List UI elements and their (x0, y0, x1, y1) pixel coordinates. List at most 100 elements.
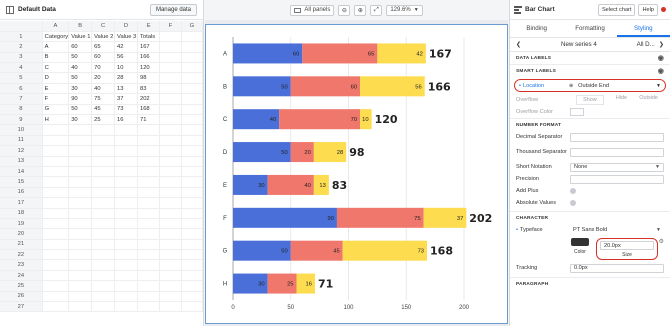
data-cell[interactable] (114, 280, 138, 292)
data-cell[interactable] (137, 270, 161, 282)
data-cell[interactable] (159, 187, 182, 199)
data-cell[interactable]: 120 (137, 62, 161, 74)
data-cell[interactable] (159, 114, 182, 126)
data-cell[interactable] (181, 187, 204, 199)
data-cell[interactable] (42, 187, 70, 199)
data-cell[interactable]: 50 (68, 104, 93, 116)
data-cell[interactable] (68, 218, 93, 230)
data-cell[interactable] (42, 208, 70, 219)
data-cell[interactable] (68, 208, 93, 219)
column-header[interactable]: F (159, 21, 182, 32)
data-cell[interactable] (68, 145, 93, 157)
data-cell[interactable] (181, 135, 204, 147)
data-cell[interactable] (159, 228, 182, 240)
data-cell[interactable] (91, 280, 116, 292)
data-cell[interactable] (181, 156, 204, 167)
data-cell[interactable] (91, 218, 116, 230)
data-cell[interactable]: 75 (91, 93, 116, 105)
data-cell[interactable] (114, 208, 138, 219)
data-cell[interactable] (159, 52, 182, 64)
data-cell[interactable] (42, 301, 70, 313)
data-cell[interactable] (114, 145, 138, 157)
manage-data-button[interactable]: Manage data (149, 3, 197, 16)
data-cell[interactable] (181, 145, 204, 157)
data-cell[interactable] (181, 166, 204, 178)
data-cell[interactable] (68, 166, 93, 178)
data-cell[interactable] (42, 218, 70, 230)
data-cell[interactable] (159, 31, 182, 43)
data-cell[interactable] (91, 187, 116, 199)
data-cell[interactable]: G (42, 104, 70, 116)
data-cell[interactable] (68, 291, 93, 303)
data-cell[interactable] (114, 197, 138, 209)
data-cell[interactable] (137, 187, 161, 199)
column-header[interactable]: E (137, 21, 161, 32)
data-cell[interactable] (181, 228, 204, 240)
data-cell[interactable] (181, 114, 204, 126)
data-cell[interactable] (91, 197, 116, 209)
data-cell[interactable] (68, 228, 93, 240)
data-cell[interactable] (181, 208, 204, 219)
absolute-values-toggle[interactable] (570, 200, 576, 206)
data-cell[interactable] (181, 52, 204, 64)
data-cell[interactable] (91, 166, 116, 178)
data-cell[interactable]: 28 (114, 72, 138, 84)
data-cell[interactable] (159, 239, 182, 251)
data-cell[interactable]: 70 (91, 62, 116, 74)
data-cell[interactable]: B (42, 52, 70, 64)
data-cell[interactable] (181, 259, 204, 271)
data-cell[interactable]: Category (42, 31, 70, 43)
data-cell[interactable] (137, 239, 161, 251)
data-cell[interactable] (159, 166, 182, 178)
data-cell[interactable] (181, 31, 204, 43)
data-cell[interactable] (159, 301, 182, 313)
column-header[interactable]: G (181, 21, 204, 32)
data-cell[interactable] (114, 291, 138, 303)
data-cell[interactable]: C (42, 62, 70, 74)
data-cell[interactable] (91, 259, 116, 271)
data-cell[interactable] (137, 218, 161, 230)
data-cell[interactable] (181, 83, 204, 95)
data-cell[interactable]: 60 (68, 41, 93, 53)
data-cell[interactable] (68, 249, 93, 261)
data-cell[interactable] (68, 270, 93, 282)
data-cell[interactable] (68, 187, 93, 199)
font-size-input[interactable]: 20.0px (600, 241, 654, 250)
data-cell[interactable] (114, 124, 138, 136)
data-cell[interactable]: 45 (91, 104, 116, 116)
zoom-out-icon[interactable]: ⊖ (338, 4, 351, 16)
data-cell[interactable]: 98 (137, 72, 161, 84)
data-cell[interactable] (114, 239, 138, 251)
data-cell[interactable] (159, 176, 182, 188)
data-cell[interactable] (159, 156, 182, 167)
data-cell[interactable]: 73 (114, 104, 138, 116)
data-cell[interactable] (114, 228, 138, 240)
data-cell[interactable] (91, 291, 116, 303)
data-cell[interactable] (68, 280, 93, 292)
data-cell[interactable] (137, 135, 161, 147)
data-cell[interactable] (114, 166, 138, 178)
data-cell[interactable] (181, 124, 204, 136)
data-cell[interactable] (114, 218, 138, 230)
data-cell[interactable] (159, 249, 182, 261)
data-cell[interactable] (159, 83, 182, 95)
data-cell[interactable]: 40 (68, 62, 93, 74)
data-cell[interactable] (137, 249, 161, 261)
data-cell[interactable] (42, 280, 70, 292)
data-cell[interactable] (159, 218, 182, 230)
data-cell[interactable] (68, 239, 93, 251)
eye-icon[interactable]: ◉ (658, 67, 664, 75)
tab-formatting[interactable]: Formatting (563, 20, 616, 37)
data-cell[interactable] (159, 72, 182, 84)
data-cell[interactable] (114, 135, 138, 147)
data-cell[interactable] (91, 176, 116, 188)
tab-binding[interactable]: Binding (510, 20, 563, 37)
data-cell[interactable]: 83 (137, 83, 161, 95)
data-cell[interactable]: A (42, 41, 70, 53)
data-cell[interactable]: 202 (137, 93, 161, 105)
data-cell[interactable]: 40 (91, 83, 116, 95)
data-cell[interactable]: 166 (137, 52, 161, 64)
data-cell[interactable] (137, 197, 161, 209)
data-cell[interactable] (181, 301, 204, 313)
data-cell[interactable]: 50 (68, 52, 93, 64)
